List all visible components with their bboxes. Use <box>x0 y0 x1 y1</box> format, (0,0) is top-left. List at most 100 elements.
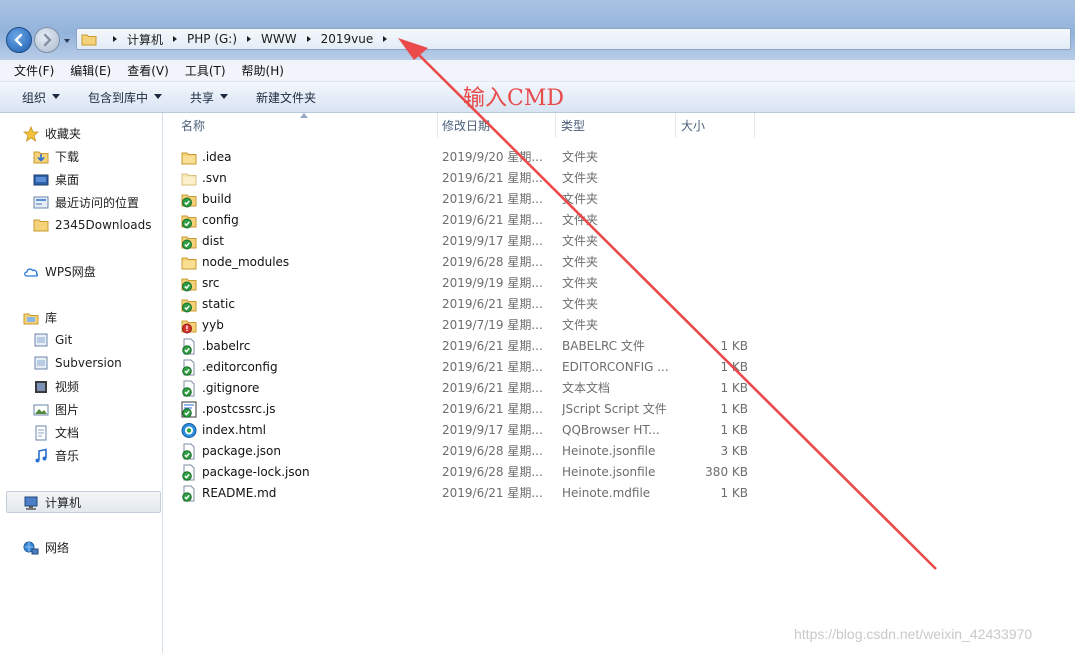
file-modified-date: 2019/6/21 星期... <box>442 360 542 374</box>
star-icon <box>23 125 39 142</box>
column-header-label: 修改日期 <box>442 119 491 133</box>
sidebar-item-recent[interactable]: 最近访问的位置 <box>33 194 139 211</box>
file-row[interactable]: src 2019/9/19 星期... 文件夹 <box>164 273 1075 294</box>
sidebar-label: 计算机 <box>45 496 82 510</box>
menu-edit[interactable]: 编辑(E) <box>62 62 119 79</box>
folder-icon <box>81 34 97 46</box>
sidebar-item-downloads[interactable]: 下载 <box>33 148 79 165</box>
file-row[interactable]: node_modules 2019/6/28 星期... 文件夹 <box>164 252 1075 273</box>
breadcrumb-2019vue[interactable]: 2019vue <box>321 32 374 46</box>
title-bar: 计算机 PHP (G:) WWW 2019vue <box>0 0 1075 60</box>
file-row[interactable]: .gitignore 2019/6/21 星期... 文本文档 1 KB <box>164 378 1075 399</box>
organize-button[interactable]: 组织 <box>14 89 68 106</box>
sidebar-item-videos[interactable]: 视频 <box>33 378 79 395</box>
sidebar-label: 视频 <box>55 380 80 394</box>
sidebar-item-wps-drive[interactable]: WPS网盘 <box>23 263 96 280</box>
file-row[interactable]: dist 2019/9/17 星期... 文件夹 <box>164 231 1075 252</box>
file-row[interactable]: static 2019/6/21 星期... 文件夹 <box>164 294 1075 315</box>
file-row[interactable]: README.md 2019/6/21 星期... Heinote.mdfile 1 … <box>164 483 1075 504</box>
breadcrumb-drive[interactable]: PHP (G:) <box>187 32 237 46</box>
file-row[interactable]: .idea 2019/9/20 星期... 文件夹 <box>164 147 1075 168</box>
file-size <box>682 231 748 252</box>
browser-file-icon <box>181 422 197 439</box>
file-modified-date: 2019/7/19 星期... <box>442 318 542 332</box>
sidebar-item-pictures[interactable]: 图片 <box>33 401 79 418</box>
column-header-size[interactable]: 大小 <box>676 113 755 138</box>
caret-down-icon <box>52 94 61 99</box>
menu-file[interactable]: 文件(F) <box>6 62 62 79</box>
back-button[interactable] <box>6 27 32 53</box>
menu-tools[interactable]: 工具(T) <box>177 62 234 79</box>
file-row[interactable]: .svn 2019/6/21 星期... 文件夹 <box>164 168 1075 189</box>
column-header-modified[interactable]: 修改日期 <box>438 113 556 138</box>
sidebar-item-desktop[interactable]: 桌面 <box>33 171 79 188</box>
sidebar-label: Subversion <box>55 356 122 370</box>
forward-button[interactable] <box>34 27 60 53</box>
file-row[interactable]: package-lock.json 2019/6/28 星期... Heinote.… <box>164 462 1075 483</box>
sidebar-item-subversion[interactable]: Subversion <box>33 355 122 371</box>
file-type: 文件夹 <box>562 192 599 206</box>
sidebar-label: 文档 <box>55 426 80 440</box>
sidebar-item-network[interactable]: 网络 <box>23 539 69 556</box>
include-in-library-label: 包含到库中 <box>88 90 149 105</box>
file-type: EDITORCONFIG ... <box>562 360 669 374</box>
file-name: package.json <box>202 444 282 458</box>
file-name: README.md <box>202 486 277 500</box>
file-row[interactable]: yyb 2019/7/19 星期... 文件夹 <box>164 315 1075 336</box>
sidebar-item-2345downloads[interactable]: 2345Downloads <box>33 217 151 233</box>
file-row[interactable]: build 2019/6/21 星期... 文件夹 <box>164 189 1075 210</box>
breadcrumb-computer[interactable]: 计算机 <box>127 31 163 48</box>
chevron-right-icon[interactable] <box>245 35 253 43</box>
file-modified-date: 2019/9/20 星期... <box>442 150 542 164</box>
history-dropdown-icon[interactable] <box>62 36 72 46</box>
sidebar-label: 收藏夹 <box>45 127 82 141</box>
sidebar-item-git[interactable]: Git <box>33 332 72 348</box>
chevron-right-icon[interactable] <box>305 35 313 43</box>
file-name: yyb <box>202 318 224 332</box>
file-modified-date: 2019/6/21 星期... <box>442 486 542 500</box>
share-button[interactable]: 共享 <box>182 89 236 106</box>
file-row[interactable]: package.json 2019/6/28 星期... Heinote.jsonf… <box>164 441 1075 462</box>
file-type: 文件夹 <box>562 213 599 227</box>
chevron-right-icon[interactable] <box>381 35 389 43</box>
file-type: JScript Script 文件 <box>562 402 667 416</box>
sidebar-item-documents[interactable]: 文档 <box>33 424 79 441</box>
include-in-library-button[interactable]: 包含到库中 <box>80 89 170 106</box>
address-bar[interactable]: 计算机 PHP (G:) WWW 2019vue <box>76 28 1071 50</box>
file-size: 1 KB <box>720 423 748 437</box>
sidebar-item-computer[interactable]: 计算机 <box>23 494 81 511</box>
recent-places-icon <box>33 195 49 211</box>
file-row[interactable]: .babelrc 2019/6/21 星期... BABELRC 文件 1 KB <box>164 336 1075 357</box>
menu-help[interactable]: 帮助(H) <box>234 62 292 79</box>
file-row[interactable]: config 2019/6/21 星期... 文件夹 <box>164 210 1075 231</box>
file-list-view: 名称 修改日期 类型 大小 .idea 2019/9/20 星期... 文件夹 .sv… <box>164 113 1075 653</box>
new-folder-button[interactable]: 新建文件夹 <box>248 89 324 106</box>
file-size <box>682 273 748 294</box>
chevron-right-icon[interactable] <box>171 35 179 43</box>
breadcrumb-www[interactable]: WWW <box>261 32 297 46</box>
file-row[interactable]: .postcssrc.js 2019/6/21 星期... JScript Scri… <box>164 399 1075 420</box>
file-modified-date: 2019/9/17 星期... <box>442 423 542 437</box>
svn-folder-ok-icon <box>181 233 197 250</box>
column-header-type[interactable]: 类型 <box>556 113 676 138</box>
sidebar-item-music[interactable]: 音乐 <box>33 447 79 464</box>
file-size <box>682 168 748 189</box>
svn-folder-ok-icon <box>181 296 197 313</box>
file-name: dist <box>202 234 224 248</box>
file-name: package-lock.json <box>202 465 310 479</box>
file-size <box>682 210 748 231</box>
folder-icon <box>33 217 49 233</box>
caret-down-icon <box>220 94 229 99</box>
menu-view[interactable]: 查看(V) <box>119 62 177 79</box>
file-name: .babelrc <box>202 339 251 353</box>
arrow-left-icon <box>14 33 23 47</box>
file-modified-date: 2019/6/21 星期... <box>442 381 542 395</box>
sidebar-item-favorites[interactable]: 收藏夹 <box>23 125 81 142</box>
file-size <box>682 315 748 336</box>
file-name: src <box>202 276 220 290</box>
file-size: 1 KB <box>720 339 748 353</box>
sidebar-item-libraries[interactable]: 库 <box>23 309 57 326</box>
file-row[interactable]: .editorconfig 2019/6/21 星期... EDITORCONFIG… <box>164 357 1075 378</box>
file-row[interactable]: index.html 2019/9/17 星期... QQBrowser HT...… <box>164 420 1075 441</box>
chevron-right-icon[interactable] <box>111 35 119 43</box>
